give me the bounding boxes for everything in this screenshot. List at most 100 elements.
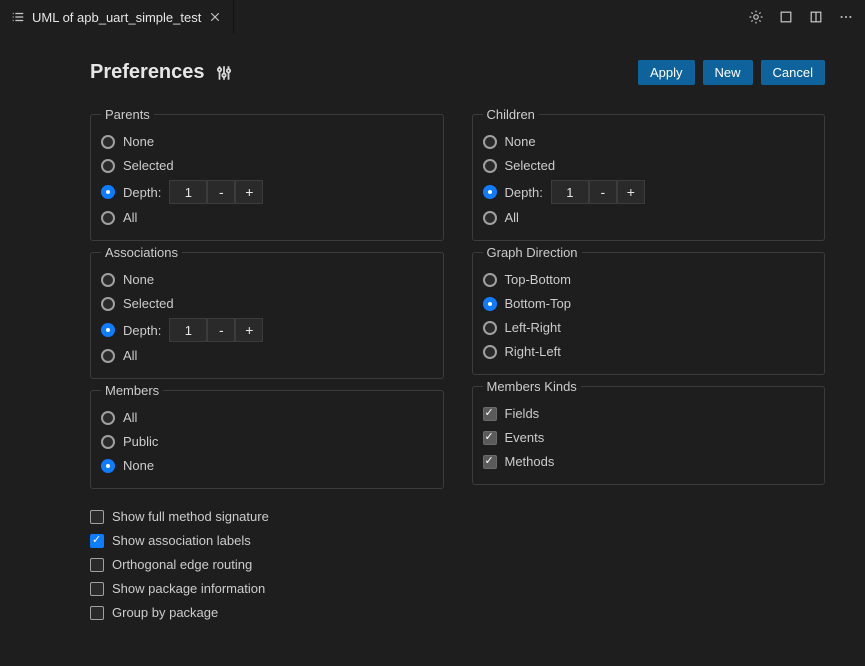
members-public-label: Public <box>123 432 158 452</box>
parents-selected-radio[interactable] <box>101 159 115 173</box>
members-public-radio[interactable] <box>101 435 115 449</box>
sliders-icon <box>215 64 233 82</box>
mk-fields[interactable]: Fields <box>483 402 815 426</box>
parents-depth-dec[interactable]: - <box>207 180 235 204</box>
parents-depth-inc[interactable]: + <box>235 180 263 204</box>
list-icon <box>10 9 26 25</box>
mk-fields-check[interactable] <box>483 407 497 421</box>
parents-none-radio[interactable] <box>101 135 115 149</box>
dir-rl[interactable]: Right-Left <box>483 340 815 364</box>
gear-icon[interactable] <box>745 6 767 28</box>
parents-depth-label: Depth: <box>123 185 161 200</box>
graph-direction-legend: Graph Direction <box>483 245 582 260</box>
close-tab-button[interactable] <box>207 9 223 25</box>
children-depth-row: Depth: - + <box>483 178 815 206</box>
associations-all-radio[interactable] <box>101 349 115 363</box>
parents-all-radio[interactable] <box>101 211 115 225</box>
bottom-checks: Show full method signature Show associat… <box>90 505 444 625</box>
children-selected[interactable]: Selected <box>483 154 815 178</box>
associations-depth-spinner: - + <box>169 318 263 342</box>
action-buttons: Apply New Cancel <box>638 60 825 85</box>
orth-routing-check[interactable] <box>90 558 104 572</box>
children-none[interactable]: None <box>483 130 815 154</box>
full-signature-check[interactable] <box>90 510 104 524</box>
new-button[interactable]: New <box>703 60 753 85</box>
associations-depth-inc[interactable]: + <box>235 318 263 342</box>
associations-selected[interactable]: Selected <box>101 292 433 316</box>
children-selected-radio[interactable] <box>483 159 497 173</box>
parents-depth-row: Depth: - + <box>101 178 433 206</box>
members-none-label: None <box>123 456 154 476</box>
parents-none[interactable]: None <box>101 130 433 154</box>
members-all-radio[interactable] <box>101 411 115 425</box>
cancel-button[interactable]: Cancel <box>761 60 825 85</box>
members-kinds-legend: Members Kinds <box>483 379 581 394</box>
dir-tb-label: Top-Bottom <box>505 270 571 290</box>
preferences-panel: Preferences Apply New Cancel Parents Non… <box>0 34 865 635</box>
mk-methods-label: Methods <box>505 452 555 472</box>
assoc-labels[interactable]: Show association labels <box>90 529 444 553</box>
associations-none-radio[interactable] <box>101 273 115 287</box>
children-depth-inc[interactable]: + <box>617 180 645 204</box>
children-legend: Children <box>483 107 539 122</box>
dir-tb-radio[interactable] <box>483 273 497 287</box>
parents-depth-radio[interactable] <box>101 185 115 199</box>
mk-methods-check[interactable] <box>483 455 497 469</box>
associations-none[interactable]: None <box>101 268 433 292</box>
dir-bt-radio[interactable] <box>483 297 497 311</box>
group-pkg-check[interactable] <box>90 606 104 620</box>
orth-routing[interactable]: Orthogonal edge routing <box>90 553 444 577</box>
children-all[interactable]: All <box>483 206 815 230</box>
parents-selected[interactable]: Selected <box>101 154 433 178</box>
split-editor-icon[interactable] <box>805 6 827 28</box>
parents-depth-spinner: - + <box>169 180 263 204</box>
assoc-labels-label: Show association labels <box>112 531 251 551</box>
children-depth-label: Depth: <box>505 185 543 200</box>
full-signature-label: Show full method signature <box>112 507 269 527</box>
associations-all[interactable]: All <box>101 344 433 368</box>
children-selected-label: Selected <box>505 156 556 176</box>
parents-all[interactable]: All <box>101 206 433 230</box>
dir-bt[interactable]: Bottom-Top <box>483 292 815 316</box>
editor-tab[interactable]: UML of apb_uart_simple_test <box>0 0 234 34</box>
associations-depth-radio[interactable] <box>101 323 115 337</box>
associations-selected-radio[interactable] <box>101 297 115 311</box>
members-none[interactable]: None <box>101 454 433 478</box>
tab-title: UML of apb_uart_simple_test <box>32 10 201 25</box>
dir-lr-label: Left-Right <box>505 318 561 338</box>
members-public[interactable]: Public <box>101 430 433 454</box>
associations-depth-dec[interactable]: - <box>207 318 235 342</box>
mk-methods[interactable]: Methods <box>483 450 815 474</box>
children-none-radio[interactable] <box>483 135 497 149</box>
assoc-labels-check[interactable] <box>90 534 104 548</box>
dir-tb[interactable]: Top-Bottom <box>483 268 815 292</box>
graph-direction-group: Graph Direction Top-Bottom Bottom-Top Le… <box>472 245 826 375</box>
parents-depth-input[interactable] <box>169 180 207 204</box>
preferences-header: Preferences Apply New Cancel <box>90 60 825 85</box>
full-signature[interactable]: Show full method signature <box>90 505 444 529</box>
children-depth-dec[interactable]: - <box>589 180 617 204</box>
apply-button[interactable]: Apply <box>638 60 695 85</box>
left-column: Parents None Selected Depth: - + All Ass… <box>90 107 444 625</box>
group-pkg[interactable]: Group by package <box>90 601 444 625</box>
members-none-radio[interactable] <box>101 459 115 473</box>
dir-rl-radio[interactable] <box>483 345 497 359</box>
dir-rl-label: Right-Left <box>505 342 561 362</box>
dir-lr[interactable]: Left-Right <box>483 316 815 340</box>
maximize-panel-icon[interactable] <box>775 6 797 28</box>
parents-all-label: All <box>123 208 137 228</box>
members-all[interactable]: All <box>101 406 433 430</box>
associations-depth-input[interactable] <box>169 318 207 342</box>
children-all-radio[interactable] <box>483 211 497 225</box>
associations-selected-label: Selected <box>123 294 174 314</box>
mk-events-check[interactable] <box>483 431 497 445</box>
associations-none-label: None <box>123 270 154 290</box>
associations-depth-label: Depth: <box>123 323 161 338</box>
pkg-info[interactable]: Show package information <box>90 577 444 601</box>
more-icon[interactable] <box>835 6 857 28</box>
children-depth-input[interactable] <box>551 180 589 204</box>
dir-lr-radio[interactable] <box>483 321 497 335</box>
mk-events[interactable]: Events <box>483 426 815 450</box>
pkg-info-check[interactable] <box>90 582 104 596</box>
children-depth-radio[interactable] <box>483 185 497 199</box>
